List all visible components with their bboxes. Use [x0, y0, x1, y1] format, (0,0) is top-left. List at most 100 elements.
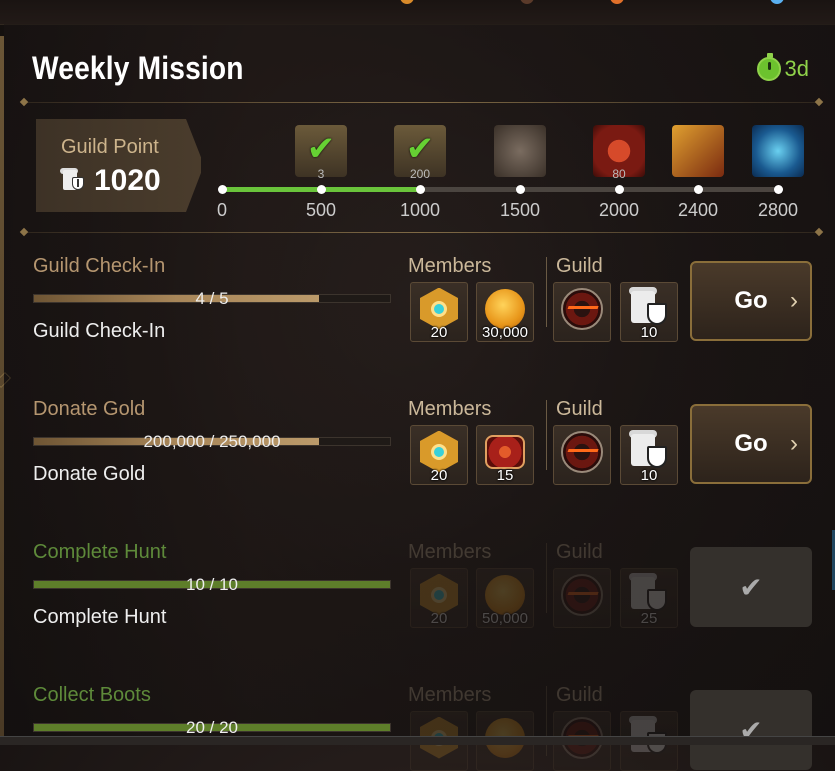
completed-button[interactable]: ✔	[690, 690, 812, 770]
reward-quantity: 20	[430, 324, 448, 341]
bottom-edge	[0, 736, 835, 745]
mission-title: Donate Gold	[33, 398, 146, 420]
top-item-icon	[400, 0, 414, 4]
go-button[interactable]: Go ›	[690, 261, 812, 341]
milestone-node	[317, 185, 326, 194]
milestone-reward-count: 3	[317, 167, 325, 181]
lava-orb-icon	[561, 287, 603, 330]
milestone-reward-chest-icon[interactable]	[494, 125, 546, 177]
reward-quantity: 50,000	[482, 610, 528, 627]
stopwatch-icon	[756, 53, 781, 81]
members-label: Members	[408, 684, 492, 706]
reward-item[interactable]: 10	[620, 282, 678, 342]
reward-item[interactable]	[553, 568, 611, 628]
reward-item[interactable]: 15	[476, 425, 534, 485]
reward-separator	[546, 257, 547, 327]
claimed-check-icon: ✔	[405, 130, 435, 168]
reward-item[interactable]: 25	[620, 568, 678, 628]
reward-quantity: 10	[640, 324, 658, 341]
mission-description: Guild Check-In	[33, 320, 166, 342]
mission-progress-text: 4 / 5	[195, 289, 229, 308]
reward-item[interactable]	[553, 282, 611, 342]
reward-item[interactable]: 30,000	[476, 282, 534, 342]
guild-point-value: 1020	[60, 164, 161, 198]
guild-label: Guild	[556, 398, 603, 420]
completed-check-icon: ✔	[739, 571, 763, 603]
milestone-node	[615, 185, 624, 194]
reward-separator	[546, 686, 547, 756]
lava-orb-icon	[561, 573, 603, 616]
milestone-node	[694, 185, 703, 194]
milestone-label: 2800	[757, 200, 799, 220]
reward-item[interactable]	[553, 425, 611, 485]
top-strip	[0, 0, 835, 25]
milestone-label: 0	[216, 200, 228, 220]
time-remaining: 3d	[756, 53, 809, 82]
guild-point-number: 1020	[94, 164, 161, 197]
panel-title: Weekly Mission	[32, 50, 244, 86]
reward-quantity: 10	[640, 467, 658, 484]
milestone-label: 2000	[598, 200, 640, 220]
members-label: Members	[408, 541, 492, 563]
completed-button[interactable]: ✔	[690, 547, 812, 627]
reward-item[interactable]: 20	[410, 568, 468, 628]
reward-quantity: 15	[496, 467, 514, 484]
divider	[24, 232, 819, 233]
lava-orb-icon	[561, 430, 603, 473]
mission-progress-text: 20 / 20	[186, 718, 238, 737]
milestone-reward-ring-icon[interactable]: 80	[593, 125, 645, 181]
scroll-shield	[647, 302, 667, 325]
mission-title: Complete Hunt	[33, 541, 167, 563]
reward-quantity: 20	[430, 467, 448, 484]
top-item-icon	[770, 0, 784, 4]
milestone-label: 500	[305, 200, 337, 220]
mission-progress-text: 200,000 / 250,000	[143, 432, 281, 451]
timer-text: 3d	[784, 56, 809, 81]
reward-separator	[546, 400, 547, 470]
guild-point-label: Guild Point	[61, 136, 159, 158]
top-item-icon	[520, 0, 534, 4]
go-button-label: Go	[734, 430, 768, 457]
milestone-node	[416, 185, 425, 194]
milestone-node	[516, 185, 525, 194]
claimed-check-icon: ✔	[306, 130, 336, 168]
guild-label: Guild	[556, 684, 603, 706]
mission-progress-text: 10 / 10	[186, 575, 238, 594]
milestone-reward-count: 80	[612, 167, 626, 181]
milestone-label: 1500	[499, 200, 541, 220]
go-button-label: Go	[734, 287, 768, 314]
milestone-reward-check-reward-icon[interactable]: ✔ 200	[394, 125, 446, 181]
milestone-reward-check-reward-icon[interactable]: ✔ 3	[295, 125, 347, 181]
reward-item[interactable]: 50,000	[476, 568, 534, 628]
mission-description: Donate Gold	[33, 463, 146, 485]
mission-title: Collect Boots	[33, 684, 151, 706]
top-item-icon	[610, 0, 624, 4]
mission-description: Complete Hunt	[33, 606, 167, 628]
reward-item[interactable]: 20	[410, 282, 468, 342]
guild-label: Guild	[556, 541, 603, 563]
gold-coin-icon	[485, 574, 525, 615]
divider	[24, 102, 819, 103]
reward-separator	[546, 543, 547, 613]
milestone-reward-boots-icon[interactable]	[672, 125, 724, 177]
reward-item[interactable]: 20	[410, 425, 468, 485]
milestone-reward-blue-chest-icon[interactable]	[752, 125, 804, 177]
go-button[interactable]: Go ›	[690, 404, 812, 484]
members-label: Members	[408, 255, 492, 277]
guild-scroll-icon	[60, 168, 86, 194]
milestone-reward-count: 200	[409, 167, 431, 181]
reward-quantity: 20	[430, 610, 448, 627]
milestone-node	[218, 185, 227, 194]
reward-quantity: 30,000	[482, 324, 528, 341]
milestone-node	[774, 185, 783, 194]
chevron-right-icon: ›	[790, 287, 798, 314]
milestone-label: 1000	[399, 200, 441, 220]
members-label: Members	[408, 398, 492, 420]
mission-title: Guild Check-In	[33, 255, 166, 277]
chevron-right-icon: ›	[790, 430, 798, 457]
ring-icon	[485, 434, 525, 469]
reward-item[interactable]: 10	[620, 425, 678, 485]
gold-coin-icon	[485, 288, 525, 329]
milestone-label: 2400	[677, 200, 719, 220]
guild-label: Guild	[556, 255, 603, 277]
